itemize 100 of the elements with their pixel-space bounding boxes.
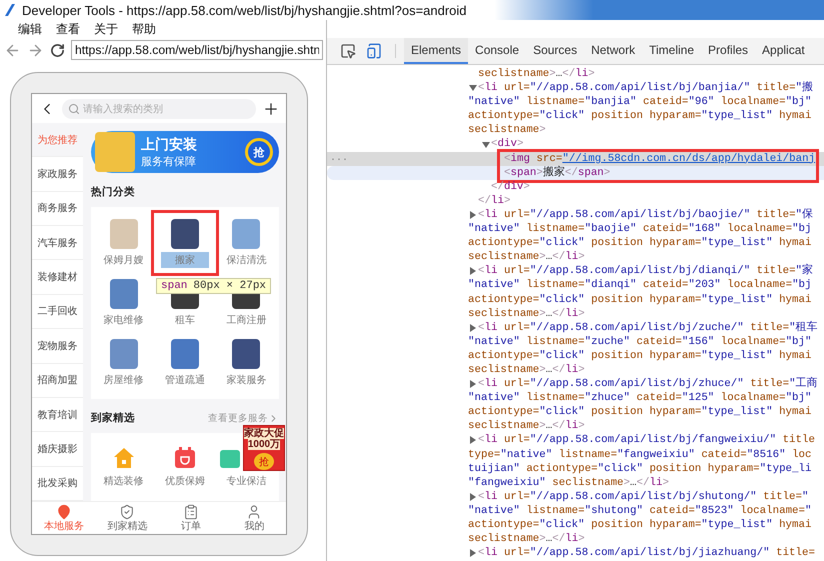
code-line[interactable]: <li url="//app.58.com/api/list/bj/dianqi/" title="家: [327, 264, 824, 278]
category-item[interactable]: 装修建材: [32, 260, 83, 295]
banner-ad[interactable]: 上门安装 服务有保障 抢: [91, 131, 279, 173]
disclosure-triangle-icon[interactable]: [468, 83, 478, 94]
category-label[interactable]: 家电维修: [104, 312, 144, 328]
category-item[interactable]: 商务服务: [32, 192, 83, 226]
featured-label[interactable]: 优质保姆: [164, 472, 205, 488]
disclosure-triangle-icon[interactable]: [468, 435, 478, 446]
category-item[interactable]: 批发采购: [32, 466, 83, 501]
inspector-tooltip: span 80px × 27px: [156, 278, 272, 294]
menu-item[interactable]: 编辑: [18, 20, 42, 38]
category-item[interactable]: 招商加盟: [32, 364, 83, 398]
code-line[interactable]: <li url="//app.58.com/api/list/bj/jiazhuang/" title=: [327, 546, 824, 560]
panel-tab[interactable]: Profiles: [701, 38, 756, 64]
panel-tab[interactable]: Applicat: [755, 38, 812, 64]
code-line[interactable]: seclistname>…</li>: [327, 67, 824, 82]
menu-item[interactable]: 关于: [94, 20, 118, 38]
code-line[interactable]: <li url="//app.58.com/api/list/bj/zuche/" title="租车: [327, 320, 824, 335]
panel-tab[interactable]: Network: [584, 38, 642, 64]
code-line[interactable]: <li url="//app.58.com/api/list/bj/zhuce/" title="工商: [327, 377, 824, 392]
bag-icon: [172, 446, 197, 470]
category-item[interactable]: 家政服务: [32, 157, 83, 192]
panel-tab[interactable]: Timeline: [642, 38, 702, 64]
code-line[interactable]: tuijian" actiontype="click" position hyparam="type_li: [327, 462, 824, 476]
code-line[interactable]: "native" listname="dianqi" cateid="203" localname="bj: [327, 278, 824, 292]
disclosure-triangle-icon[interactable]: [468, 548, 478, 558]
category-label[interactable]: 房屋维修: [104, 372, 144, 388]
bottom-tab[interactable]: 到家精选: [96, 502, 159, 534]
code-line[interactable]: "native" listname="banjia" cateid="96" localname="bj": [327, 95, 824, 110]
panel-tab[interactable]: Elements: [404, 38, 468, 64]
promo-text: 家政大促: [244, 428, 284, 439]
category-label[interactable]: 保洁清洗: [226, 252, 266, 268]
disclosure-triangle-icon[interactable]: [481, 140, 491, 150]
category-item[interactable]: 汽车服务: [32, 226, 83, 260]
bottom-tab[interactable]: 我的: [222, 502, 286, 534]
bottom-tab[interactable]: 订单: [159, 502, 222, 534]
section-title: 热门分类: [91, 185, 135, 199]
menu-item[interactable]: 帮助: [132, 20, 156, 38]
code-line[interactable]: </li>: [327, 194, 824, 208]
category-item[interactable]: 婚庆摄影: [32, 432, 83, 467]
category-item[interactable]: 二手回收: [32, 294, 83, 330]
banner-subtitle: 服务有保障: [141, 154, 197, 168]
category-label[interactable]: 工商注册: [226, 312, 266, 328]
code-line[interactable]: "fangweixiu" seclistname>…</li>: [327, 476, 824, 490]
code-line[interactable]: seclistname>: [327, 123, 824, 138]
code-line[interactable]: actiontype="click" position hyparam="type_list" hymai: [327, 405, 824, 420]
code-line[interactable]: type="native" listname="fangweixiu" cateid="8516" loc: [327, 448, 824, 462]
category-item[interactable]: 教育培训: [32, 398, 83, 432]
code-line[interactable]: actiontype="click" position hyparam="type_list" hymai: [327, 109, 824, 124]
promo-badge[interactable]: 家政大促 1000万 抢: [243, 425, 285, 471]
code-line[interactable]: </div>: [327, 180, 824, 194]
clipboard-icon: [182, 504, 199, 520]
featured-label[interactable]: 专业保洁: [226, 472, 266, 488]
photo-placeholder: [110, 278, 138, 308]
code-line[interactable]: <div>: [327, 137, 824, 152]
code-line[interactable]: actiontype="click" position hyparam="type_list" hymai: [327, 348, 824, 363]
code-line[interactable]: seclistname>…</li>: [327, 532, 824, 546]
code-line[interactable]: "native" listname="baojie" cateid="168" localname="bj: [327, 222, 824, 236]
reload-icon[interactable]: [50, 42, 65, 58]
photo-placeholder: [95, 132, 135, 172]
disclosure-triangle-icon[interactable]: [468, 492, 478, 502]
code-line[interactable]: <li url="//app.58.com/api/list/bj/fangweixiu/" title: [327, 433, 824, 448]
photo-placeholder: [232, 338, 260, 368]
code-line[interactable]: <li url="//app.58.com/api/list/bj/banjia/" title="搬: [327, 81, 824, 96]
code-line[interactable]: seclistname>…</li>: [327, 306, 824, 321]
category-label[interactable]: 家装服务: [226, 372, 266, 388]
bottom-tab[interactable]: 本地服务: [32, 502, 96, 534]
section-title: 到家精选: [91, 411, 135, 425]
category-item[interactable]: 宠物服务: [32, 329, 83, 364]
code-line[interactable]: seclistname>…</li>: [327, 250, 824, 264]
address-field[interactable]: https://app.58.com/web/list/bj/hyshangjie.shtn: [71, 40, 323, 60]
code-line[interactable]: <li url="//app.58.com/api/list/bj/shutong/" title=": [327, 490, 824, 504]
disclosure-triangle-icon[interactable]: [468, 266, 478, 276]
code-line[interactable]: "native" listname="zuche" cateid="156" localname="bj": [327, 334, 824, 349]
disclosure-triangle-icon[interactable]: [468, 322, 478, 333]
panel-tab[interactable]: Console: [468, 38, 526, 64]
code-line[interactable]: <span>搬家</span>: [327, 166, 824, 180]
code-line[interactable]: seclistname>…</li>: [327, 362, 824, 378]
disclosure-triangle-icon[interactable]: [468, 210, 478, 220]
category-label[interactable]: 管道疏通: [164, 372, 205, 388]
grab-button[interactable]: 抢: [245, 138, 273, 166]
code-line[interactable]: actiontype="click" position hyparam="type_list" hymai: [327, 236, 824, 250]
photo-placeholder: [110, 338, 138, 368]
shield-check-icon: [119, 504, 136, 520]
menu-item[interactable]: 查看: [56, 20, 80, 38]
code-line[interactable]: <li url="//app.58.com/api/list/bj/baojie/" title="保: [327, 208, 824, 222]
disclosure-triangle-icon[interactable]: [468, 379, 478, 390]
featured-label[interactable]: 精选装修: [104, 472, 144, 488]
code-line[interactable]: "native" listname="shutong" cateid="8523" localname=": [327, 504, 824, 518]
code-line[interactable]: seclistname>…</li>: [327, 419, 824, 434]
code-line[interactable]: "native" listname="zhuce" cateid="125" localname="bj": [327, 391, 824, 406]
house-icon: [112, 446, 136, 470]
photo-placeholder: [170, 338, 199, 368]
photo-placeholder: [170, 218, 199, 248]
category-label[interactable]: 保姆月嫂: [104, 252, 144, 268]
code-line[interactable]: actiontype="click" position hyparam="type_list" hymai: [327, 292, 824, 307]
location-pin-icon: [56, 504, 72, 520]
panel-tab[interactable]: Sources: [526, 38, 584, 64]
category-label[interactable]: 租车: [174, 312, 195, 328]
code-line[interactable]: actiontype="click" position hyparam="type_list" hymai: [327, 518, 824, 532]
